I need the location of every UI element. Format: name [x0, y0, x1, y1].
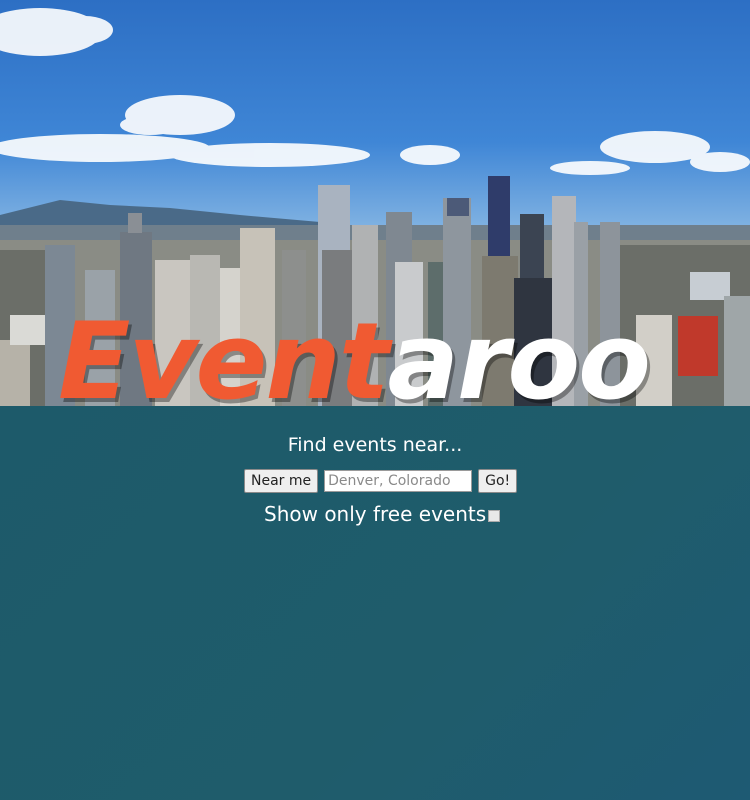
go-button[interactable]: Go!: [478, 469, 518, 493]
search-controls: Near me Go!: [244, 469, 518, 493]
eventaroo-logo: Eventaroo: [58, 300, 708, 407]
logo-part-aroo: aroo: [387, 300, 651, 407]
near-me-button[interactable]: Near me: [244, 469, 319, 493]
search-panel: [0, 406, 750, 800]
hero-banner: Eventaroo: [0, 0, 750, 406]
location-input[interactable]: [324, 470, 473, 492]
logo-part-event: Event: [58, 300, 390, 407]
free-events-label: Show only free events: [264, 502, 487, 526]
free-events-row: Show only free events: [264, 502, 501, 526]
free-events-checkbox[interactable]: [488, 510, 501, 522]
find-events-heading: Find events near...: [287, 434, 463, 456]
